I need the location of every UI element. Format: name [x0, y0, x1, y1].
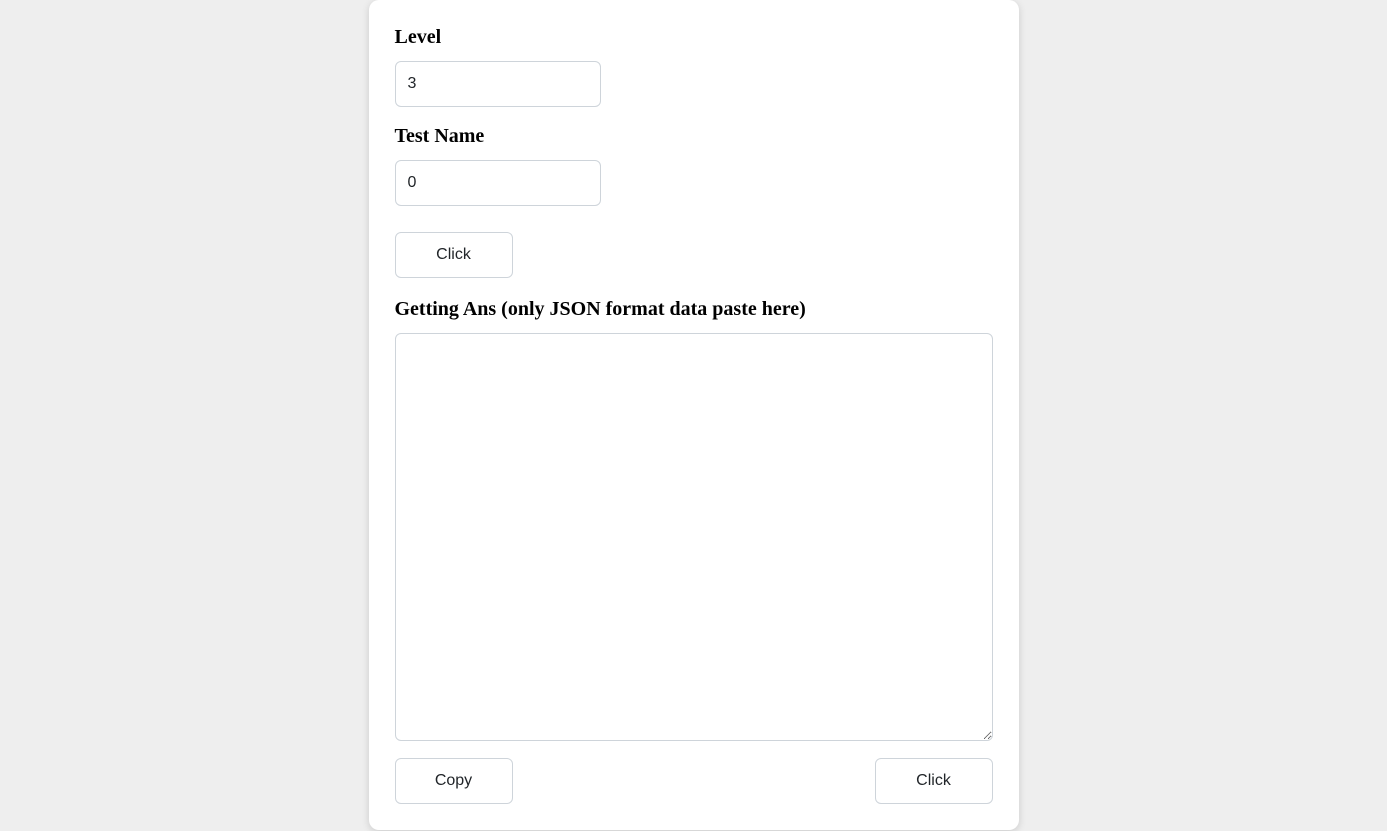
- ans-textarea[interactable]: [395, 333, 993, 741]
- click-button[interactable]: Click: [395, 232, 513, 278]
- copy-button[interactable]: Copy: [395, 758, 513, 804]
- level-label: Level: [395, 26, 993, 49]
- bottom-click-button[interactable]: Click: [875, 758, 993, 804]
- level-input[interactable]: [395, 61, 601, 107]
- testname-input[interactable]: [395, 160, 601, 206]
- form-card: Level Test Name Click Getting Ans (only …: [369, 0, 1019, 830]
- testname-label: Test Name: [395, 125, 993, 148]
- getting-ans-label: Getting Ans (only JSON format data paste…: [395, 298, 993, 321]
